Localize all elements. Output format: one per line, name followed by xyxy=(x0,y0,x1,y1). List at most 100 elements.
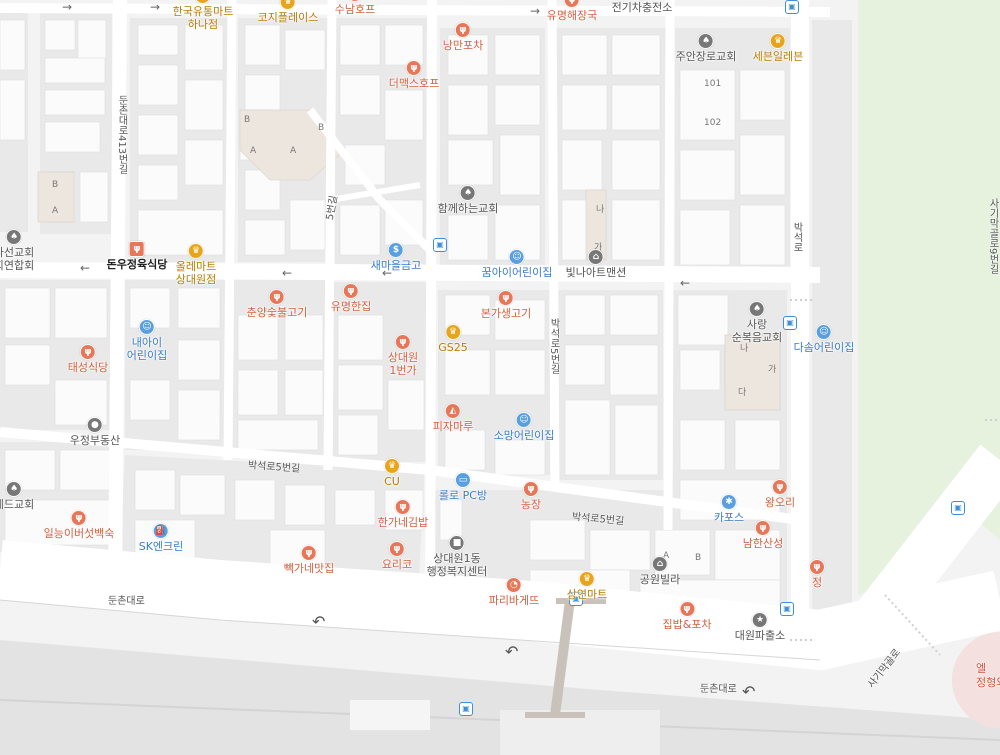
poi-label: 전기차충전소 xyxy=(611,1,673,14)
poi-gongwon-villa[interactable]: ⌂ 공원빌라 xyxy=(640,556,680,586)
poi-bitna-art[interactable]: ⌂ 빛나아트맨션 xyxy=(565,249,627,279)
building-letter: 다 xyxy=(738,388,747,398)
poi-pizza-maru[interactable]: ◭ 피자마루 xyxy=(433,403,473,433)
poi-church-left[interactable]: ♠라선교회 회연합회 xyxy=(0,229,34,272)
fork-knife-icon: ψ xyxy=(405,60,422,76)
poi-jeong[interactable]: ψ정 xyxy=(809,559,825,589)
gas-icon: ⛽ xyxy=(153,523,169,539)
poi-church-sw[interactable]: ♠세드교회 xyxy=(0,481,34,511)
poi-bonga[interactable]: ψ 본가생고기 xyxy=(481,290,531,320)
crown-icon: ♛ xyxy=(769,33,786,49)
kids-icon: ☺ xyxy=(138,319,155,335)
poi-nangman-pocha[interactable]: ψ 낭만포차 xyxy=(443,22,483,52)
fork-knife-icon: ψ xyxy=(497,290,514,306)
poi-label: GS25 xyxy=(438,341,468,354)
poi-seven-eleven[interactable]: ♛ 세븐일레븐 xyxy=(752,33,804,63)
poi-label: 다솜어린이집 xyxy=(793,341,855,354)
poi-police[interactable]: ★ 대원파출소 xyxy=(735,612,785,642)
crown-icon: ♛ xyxy=(194,0,211,4)
house-icon: ⌂ xyxy=(587,249,604,265)
poi-olle-mart[interactable]: ♛ 올레마트 상대원점 xyxy=(176,243,216,286)
poi-the-max[interactable]: ψ 더맥스호프 xyxy=(388,60,440,90)
poi-namhan[interactable]: ψ 남한산성 xyxy=(743,520,783,550)
poi-somang[interactable]: ☺ 소망어린이집 xyxy=(494,412,554,442)
poi-saemaeul[interactable]: $ 새마을금고 xyxy=(371,242,421,272)
bus-stop-icon[interactable]: ▣ xyxy=(951,501,965,515)
bus-stop-icon[interactable]: ▣ xyxy=(433,238,447,252)
poi-wangori[interactable]: ψ 왕오리 xyxy=(765,479,795,509)
map-canvas[interactable]: 둔촌대로413번길 5번길 박석로5번길 박석로 사기막골로9번길 박석로5번길… xyxy=(0,0,1000,755)
poi-label: 유명해장국 xyxy=(546,9,598,22)
poi-label: 유명한집 xyxy=(330,300,372,313)
poi-label: 더맥스호프 xyxy=(388,77,440,90)
poi-label: 세븐일레븐 xyxy=(752,50,804,63)
hospital-label[interactable]: 엘 정형외 xyxy=(976,662,1000,690)
poi-korea-place[interactable]: ♛ 코지플레이스 xyxy=(257,0,319,24)
poi-label: 춘양숯불고기 xyxy=(246,306,308,319)
office-icon: ■ xyxy=(448,535,465,551)
poi-label: 꿈아이어린이집 xyxy=(481,266,553,279)
poi-label: 정 xyxy=(811,576,823,589)
poi-label: 왕오리 xyxy=(764,496,796,509)
poi-sangdaewon-1[interactable]: ψ 상대원 1번가 xyxy=(388,334,418,377)
poi-taeseong[interactable]: ψ 태성식당 xyxy=(68,344,108,374)
wrench-icon: ✱ xyxy=(721,494,737,510)
poi-yorico[interactable]: ψ 요리코 xyxy=(382,541,412,571)
poi-ilneung[interactable]: ψ 일능이버섯백숙 xyxy=(44,510,114,540)
building-letter: 101 xyxy=(704,79,722,89)
poi-naai[interactable]: ☺ 내아이 어린이집 xyxy=(127,319,167,362)
poi-hamkke-church[interactable]: ♠ 함께하는교회 xyxy=(438,185,498,215)
fork-knife-icon: ψ xyxy=(268,289,285,305)
poi-label: 세드교회 xyxy=(0,498,35,511)
poi-sunam[interactable]: ψ수남호프 xyxy=(335,0,375,16)
poi-label: 라선교회 회연합회 xyxy=(0,246,35,272)
street-label: 둔촌대로 xyxy=(108,596,145,607)
crown-icon: ♛ xyxy=(578,571,595,587)
crown-icon: ♛ xyxy=(444,324,461,340)
kids-icon: ☺ xyxy=(515,412,532,428)
poi-paris[interactable]: ◔ 파리바게뜨 xyxy=(489,577,539,607)
building-letter: B xyxy=(695,553,702,563)
crown-icon: ♛ xyxy=(187,243,204,259)
poi-label: 태성식당 xyxy=(67,361,109,374)
poi-yumyeong-hanjip[interactable]: ψ 유명한집 xyxy=(331,283,371,313)
poi-rollo[interactable]: ▭ 롤로 PC방 xyxy=(439,472,487,502)
poi-jipbap[interactable]: ψ 집밥&포차 xyxy=(662,601,712,631)
poi-ppakgane[interactable]: ψ 빽가네맛집 xyxy=(284,545,334,575)
bus-stop-icon[interactable]: ▣ xyxy=(459,702,473,716)
poi-kkumai[interactable]: ☺ 꿈아이어린이집 xyxy=(481,249,553,279)
poi-chunyang[interactable]: ψ 춘양숯불고기 xyxy=(246,289,308,319)
poi-dasom[interactable]: ☺ 다솜어린이집 xyxy=(793,324,855,354)
poi-label: 코지플레이스 xyxy=(257,11,319,24)
poi-label: 상대원 1번가 xyxy=(387,351,419,377)
poi-sangyeon-mart[interactable]: ♛ 상연마트 xyxy=(567,571,607,601)
building-letter: A xyxy=(52,206,59,216)
poi-sk-enclean[interactable]: ⛽ SK엔크린 xyxy=(138,523,184,553)
poi-label: 롤로 PC방 xyxy=(438,489,488,502)
poi-ev-charger[interactable]: ϟ전기차충전소 xyxy=(612,0,673,14)
poi-sarang-church[interactable]: ♠ 사랑 순복음교회 xyxy=(732,301,782,344)
building-letter: A xyxy=(250,146,257,156)
poi-label: SK엔크린 xyxy=(138,540,184,553)
poi-gs25[interactable]: ♛ GS25 xyxy=(438,324,468,354)
bus-stop-icon[interactable]: ▣ xyxy=(785,0,799,14)
poi-hanguk-yutong[interactable]: ♛한국유통마트 하나점 xyxy=(173,0,233,31)
poi-hangane[interactable]: ψ 한가네김밥 xyxy=(378,499,428,529)
building-letter: A xyxy=(290,146,297,156)
poi-kapos[interactable]: ✱ 카포스 xyxy=(714,494,744,524)
street-label: 박석로 xyxy=(791,222,802,252)
fork-knife-icon: ψ xyxy=(346,0,363,2)
poi-label: CU xyxy=(384,475,400,488)
poi-yumyeong-haejangguk[interactable]: ψ 유명해장국 xyxy=(546,0,598,22)
poi-nongjang[interactable]: ψ 농장 xyxy=(521,481,541,511)
poi-cu[interactable]: ♛ CU xyxy=(384,458,400,488)
map-base xyxy=(0,0,1000,755)
poi-welfare-center[interactable]: ■ 상대원1동 행정복지센터 xyxy=(427,535,487,578)
poi-donwoo[interactable]: ψ 돈우정육식당 xyxy=(107,241,167,271)
poi-ujeong[interactable]: ● 우정부동산 xyxy=(70,417,120,447)
poi-label: 빛나아트맨션 xyxy=(565,266,627,279)
building-letter: 나 xyxy=(596,205,605,215)
poi-juan-church[interactable]: ♠ 주안장로교회 xyxy=(676,33,736,63)
u-turn-icon: ↶ xyxy=(742,682,756,701)
fork-knife-icon: ψ xyxy=(772,479,788,495)
